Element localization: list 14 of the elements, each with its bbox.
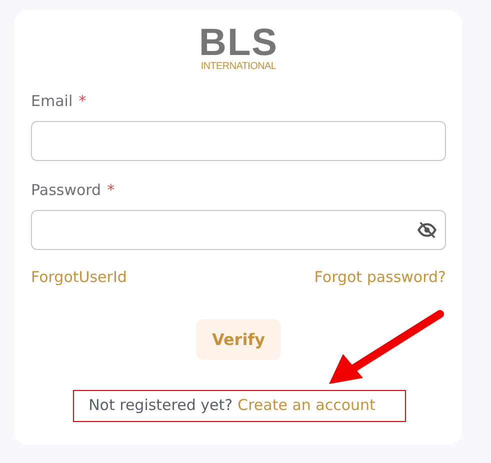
forgot-userid-link[interactable]: ForgotUserId	[31, 268, 127, 286]
logo-wordmark: BLS	[199, 25, 278, 61]
eye-slash-icon[interactable]	[417, 220, 437, 240]
signup-prompt: Not registered yet?	[88, 396, 233, 414]
verify-button[interactable]: Verify	[196, 319, 282, 360]
required-mark: *	[107, 181, 115, 199]
field-label: Password	[31, 181, 102, 199]
forgot-password-link[interactable]: Forgot password?	[314, 268, 446, 286]
required-mark: *	[78, 92, 86, 110]
create-account-link[interactable]: Create an account	[238, 396, 376, 414]
field-label: Email	[31, 92, 73, 110]
email-field[interactable]	[31, 121, 446, 161]
password-field[interactable]	[31, 210, 446, 250]
logo-tagline: INTERNATIONAL	[200, 61, 276, 72]
